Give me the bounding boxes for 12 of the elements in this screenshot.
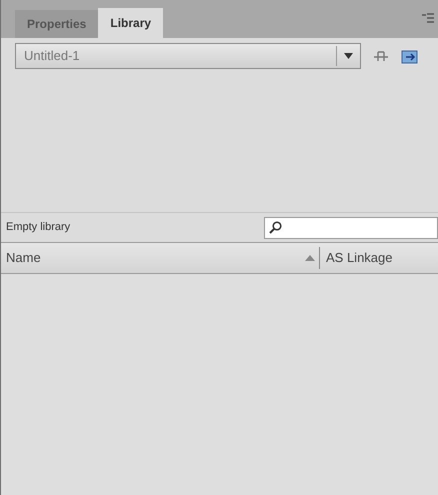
caret-icon [344, 53, 353, 59]
search-icon [269, 221, 282, 234]
status-text: Empty library [5, 220, 72, 236]
column-header[interactable]: Name [1, 248, 305, 268]
column-header[interactable]: AS Linkage [320, 248, 392, 268]
document-name: Untitled-1 [23, 47, 81, 66]
panel-menu-icon[interactable] [422, 13, 434, 23]
new-library-icon[interactable] [401, 48, 418, 64]
pin-icon[interactable] [373, 49, 389, 63]
sort-up-icon [305, 255, 315, 261]
panel-tab[interactable]: Library [98, 8, 164, 38]
search-field[interactable] [264, 216, 438, 238]
